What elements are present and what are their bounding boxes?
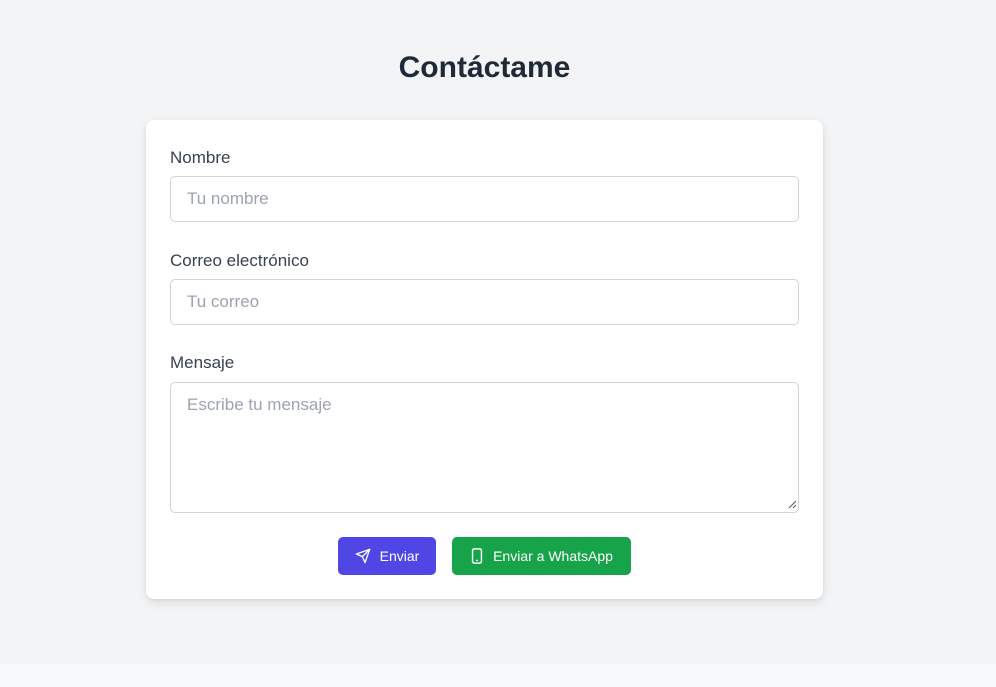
message-label: Mensaje bbox=[170, 353, 235, 372]
whatsapp-button-label: Enviar a WhatsApp bbox=[493, 548, 613, 564]
contact-section: Contáctame Nombre Correo electrónico Men… bbox=[0, 0, 996, 664]
send-button[interactable]: Enviar bbox=[338, 537, 436, 575]
name-input[interactable] bbox=[170, 176, 799, 222]
whatsapp-button[interactable]: Enviar a WhatsApp bbox=[452, 537, 631, 575]
page-title: Contáctame bbox=[398, 51, 571, 84]
name-label: Nombre bbox=[170, 148, 231, 167]
send-icon bbox=[355, 548, 370, 564]
resize-handle-icon[interactable] bbox=[788, 500, 797, 509]
email-input[interactable] bbox=[170, 279, 799, 325]
contact-form: Nombre Correo electrónico Mensaje Enviar… bbox=[146, 120, 823, 599]
email-label: Correo electrónico bbox=[170, 251, 309, 270]
smartphone-icon bbox=[471, 548, 483, 564]
send-button-label: Enviar bbox=[379, 548, 420, 564]
message-textarea[interactable] bbox=[170, 382, 799, 513]
